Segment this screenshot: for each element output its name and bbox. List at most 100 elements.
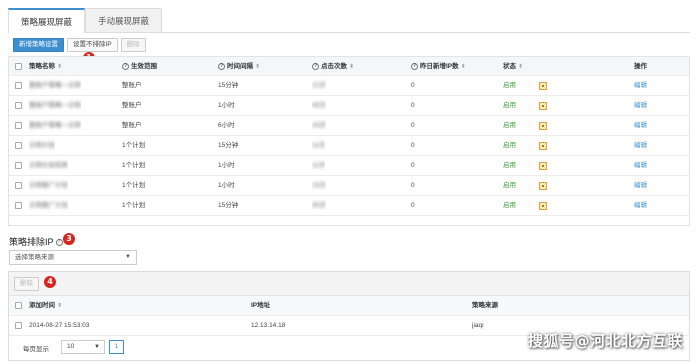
table-row: 整账户策略一示例 整账户 15分钟 22次 0 启用 编辑 <box>9 76 689 96</box>
help-icon[interactable]: ? <box>411 62 418 70</box>
col-header-status[interactable]: 状态 ⬍ <box>503 57 523 77</box>
exclude-ip-title: 策略排除IP? <box>9 235 65 248</box>
status-label-text: 启用 <box>503 202 516 209</box>
scope-text: 1个计划 <box>122 142 146 149</box>
row-checkbox[interactable] <box>15 122 22 129</box>
edit-link[interactable]: 编辑 <box>634 136 647 156</box>
edit-link[interactable]: 编辑 <box>634 96 647 116</box>
status-label: 启用 <box>503 176 516 196</box>
click-count-text: 55次 <box>312 202 326 209</box>
click-count: 11次 <box>312 156 325 176</box>
edit-link[interactable]: 编辑 <box>634 196 647 216</box>
row-checkbox[interactable] <box>15 82 22 89</box>
edit-link-text[interactable]: 编辑 <box>634 122 647 129</box>
edit-link-text[interactable]: 编辑 <box>634 142 647 149</box>
click-count: 22次 <box>312 76 326 96</box>
edit-link-text[interactable]: 编辑 <box>634 82 647 89</box>
interval-text: 6小时 <box>218 122 235 129</box>
strategy-name: 示例推广计划 <box>29 176 68 196</box>
click-count: 55次 <box>312 196 326 216</box>
chevron-down-icon: ▼ <box>125 254 131 260</box>
new-ip-count: 0 <box>411 136 415 156</box>
exclude-select-all-checkbox[interactable] <box>15 302 22 309</box>
click-count-text: 11次 <box>312 162 326 169</box>
col-header-added-time[interactable]: 添加时间 ⬍ <box>29 296 62 316</box>
click-count: 33次 <box>312 116 326 136</box>
exclude-delete-button[interactable]: 删除 <box>14 277 39 291</box>
edit-link[interactable]: 编辑 <box>634 76 647 96</box>
annotation-marker-4: 4 <box>44 276 56 288</box>
col-header-interval: ? 时间间隔 ⬍ <box>218 62 261 70</box>
strategy-name-text: 整账户策略一示例 <box>29 102 81 109</box>
edit-strategy-icon[interactable] <box>539 202 547 210</box>
help-icon[interactable]: ? <box>122 62 129 70</box>
row-checkbox[interactable] <box>15 162 22 169</box>
help-icon[interactable]: ? <box>218 62 225 70</box>
edit-strategy-icon[interactable] <box>539 142 547 150</box>
edit-strategy-icon[interactable] <box>539 162 547 170</box>
help-icon[interactable]: ? <box>55 239 63 247</box>
status-label: 启用 <box>503 76 516 96</box>
row-checkbox[interactable] <box>15 322 22 329</box>
tab-manual-block[interactable]: 手动展现屏蔽 <box>85 8 163 32</box>
edit-link-text[interactable]: 编辑 <box>634 102 647 109</box>
edit-strategy-icon[interactable] <box>539 122 547 130</box>
col-header-source: 策略来源 <box>472 302 498 309</box>
status-label-text: 启用 <box>503 102 516 109</box>
tab-strategy-block[interactable]: 策略展现屏蔽 <box>8 8 86 33</box>
edit-link-text[interactable]: 编辑 <box>634 182 647 189</box>
row-checkbox[interactable] <box>15 182 22 189</box>
scope: 1个计划 <box>122 136 145 156</box>
status-label: 启用 <box>503 136 516 156</box>
edit-link[interactable]: 编辑 <box>634 116 647 136</box>
added-time: 2014-08-27 15:53:03 <box>29 322 90 329</box>
edit-strategy-icon[interactable] <box>539 182 547 190</box>
tab-divider <box>8 32 690 33</box>
scope-text: 1个计划 <box>122 162 146 169</box>
help-icon[interactable]: ? <box>312 62 319 70</box>
strategy-name: 整账户策略一示例 <box>29 76 81 96</box>
status-label-text: 启用 <box>503 142 516 149</box>
interval: 1小时 <box>218 156 235 176</box>
edit-link[interactable]: 编辑 <box>634 176 647 196</box>
row-checkbox[interactable] <box>15 102 22 109</box>
scope: 1个计划 <box>122 176 145 196</box>
delete-button[interactable]: 删除 <box>120 38 146 52</box>
page-size-select[interactable]: 10 ▼ <box>61 340 105 354</box>
strategy-name-text: 整账户策略一示例 <box>29 122 81 129</box>
scope-text: 1个计划 <box>122 202 146 209</box>
scope: 1个计划 <box>122 196 145 216</box>
col-header-name[interactable]: 策略名称 ⬍ <box>29 57 62 77</box>
status-label: 启用 <box>503 96 516 116</box>
select-all-checkbox[interactable] <box>15 63 22 70</box>
table-row: 整账户策略一示例 整账户 6小时 33次 0 启用 编辑 <box>9 116 689 136</box>
edit-strategy-icon[interactable] <box>539 102 547 110</box>
edit-link-text[interactable]: 编辑 <box>634 202 647 209</box>
interval-text: 15分钟 <box>218 82 239 89</box>
interval: 6小时 <box>218 116 235 136</box>
new-ip-count: 0 <box>411 76 415 96</box>
strategy-name: 示例推广计划 <box>29 196 68 216</box>
strategy-name-text: 示例推广计划 <box>29 182 68 189</box>
page-number[interactable]: 1 <box>109 340 124 354</box>
click-count-text: 33次 <box>312 122 326 129</box>
row-checkbox[interactable] <box>15 202 22 209</box>
status-label: 启用 <box>503 156 516 176</box>
tab-bar: 策略展现屏蔽 手动展现屏蔽 <box>8 8 163 33</box>
edit-link-text[interactable]: 编辑 <box>634 162 647 169</box>
new-ip-count-text: 0 <box>411 202 415 209</box>
ip-address: 12.13.14.18 <box>251 322 286 329</box>
interval: 1小时 <box>218 176 235 196</box>
set-exclude-ip-button[interactable]: 设置不排除IP <box>67 38 118 52</box>
annotation-marker-3: 3 <box>63 233 75 245</box>
edit-strategy-icon[interactable] <box>539 82 547 90</box>
scope: 整账户 <box>122 76 142 96</box>
click-count: 11次 <box>312 136 325 156</box>
strategy-source-select[interactable]: 选择策略来源 ▼ <box>9 250 137 265</box>
table-row: 示例推广计划 1个计划 15分钟 55次 0 启用 编辑 <box>9 196 689 216</box>
add-strategy-button[interactable]: 新增策略设置 <box>13 38 64 52</box>
interval: 15分钟 <box>218 76 238 96</box>
strategy-table: 策略名称 ⬍ ? 生效范围 ? 时间间隔 ⬍ ? 点击次数 ⬍ ? 昨日新增IP数 ⬍ 状态 ⬍ … <box>8 56 690 226</box>
edit-link[interactable]: 编辑 <box>634 156 647 176</box>
row-checkbox[interactable] <box>15 142 22 149</box>
